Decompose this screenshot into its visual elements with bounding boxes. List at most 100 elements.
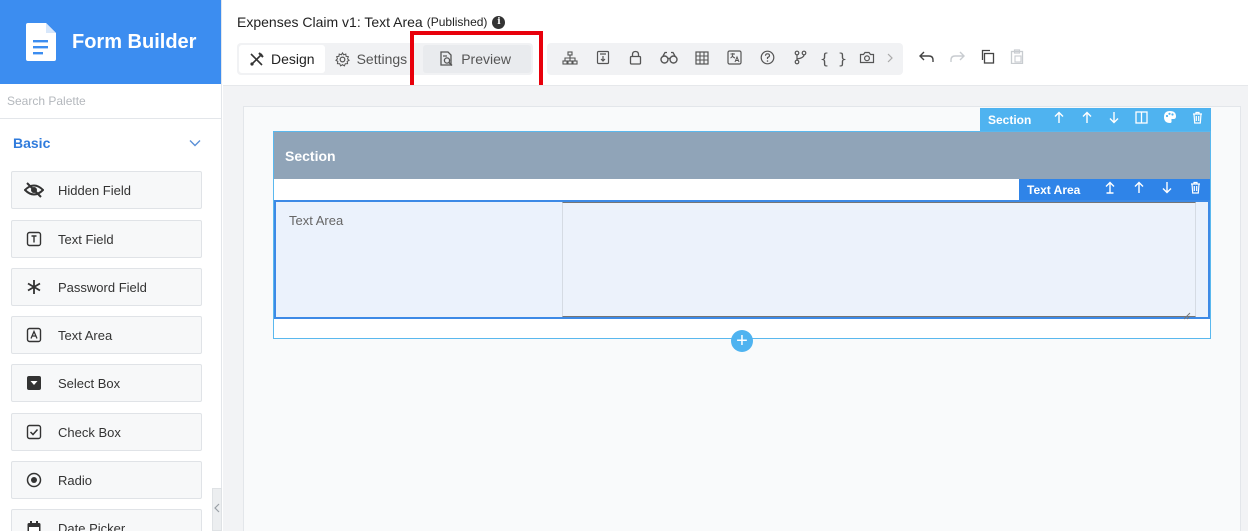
- form-title-text: Expenses Claim v1: Text Area: [237, 14, 423, 30]
- text-area-field-row[interactable]: Text Area: [274, 200, 1210, 320]
- page-title: Expenses Claim v1: Text Area (Published)…: [237, 14, 506, 30]
- table-grid-button[interactable]: [685, 43, 718, 75]
- lock-icon: [629, 50, 642, 68]
- sidebar: Form Builder Basic Hidden Field Text Fie…: [0, 0, 222, 531]
- history-actions: [912, 43, 1032, 75]
- table-icon: [694, 50, 709, 68]
- help-button[interactable]: [751, 43, 784, 75]
- palette-item-hidden-field[interactable]: Hidden Field: [11, 171, 202, 209]
- text-area-icon: [24, 325, 44, 345]
- palette-item-select-box[interactable]: Select Box: [11, 364, 202, 402]
- field-move-down-button[interactable]: [1153, 179, 1182, 200]
- palette-item-label: Text Field: [58, 231, 114, 247]
- section-toolbar-label: Section: [988, 112, 1032, 127]
- camera-icon: [859, 51, 875, 67]
- redo-icon: [949, 50, 965, 68]
- toolbar-scroll-right[interactable]: [883, 43, 897, 75]
- text-area-input[interactable]: [562, 202, 1196, 317]
- section-move-down-button[interactable]: [1100, 108, 1128, 131]
- palette-item-text-field[interactable]: Text Field: [11, 220, 202, 258]
- json-editor-button[interactable]: { }: [817, 43, 850, 75]
- palette-item-check-box[interactable]: Check Box: [11, 413, 202, 451]
- search-palette: [0, 84, 221, 119]
- app-title: Form Builder: [72, 30, 197, 53]
- json-braces-icon: { }: [819, 50, 848, 68]
- section-columns-button[interactable]: [1128, 108, 1156, 131]
- version-branch-button[interactable]: [784, 43, 817, 75]
- status-badge: (Published): [426, 15, 488, 29]
- form-document-icon: [24, 21, 58, 63]
- section-element-toolbar: Section: [980, 108, 1211, 131]
- code-branch-icon: [794, 50, 807, 68]
- palette-item-label: Select Box: [58, 375, 121, 391]
- palette-item-date-picker[interactable]: Date Picker: [11, 509, 202, 531]
- check-box-icon: [24, 422, 44, 442]
- section-select-parent-button[interactable]: [1045, 108, 1073, 131]
- copy-button[interactable]: [972, 43, 1002, 75]
- sidebar-collapse-handle[interactable]: [212, 488, 222, 531]
- resize-grip-icon[interactable]: [1183, 307, 1191, 320]
- palette-item-label: Check Box: [58, 424, 121, 440]
- tree-structure-button[interactable]: [553, 43, 586, 75]
- palette-item-label: Date Picker: [58, 520, 126, 531]
- trash-icon: [1192, 111, 1203, 129]
- brand-header: Form Builder: [0, 0, 221, 84]
- chevron-right-icon: [887, 52, 893, 66]
- section-move-up-button[interactable]: [1073, 108, 1101, 131]
- tab-design[interactable]: Design: [239, 45, 325, 73]
- section-header[interactable]: Section: [274, 132, 1210, 179]
- binoculars-icon: [659, 51, 678, 67]
- permissions-button[interactable]: [619, 43, 652, 75]
- palette-group-basic[interactable]: Basic: [0, 119, 221, 167]
- chevron-down-icon: [189, 134, 201, 152]
- trash-icon: [1190, 181, 1201, 199]
- undo-button[interactable]: [912, 43, 942, 75]
- paste-button[interactable]: [1002, 43, 1032, 75]
- sitemap-icon: [561, 50, 578, 68]
- text-area-toolbar-label: Text Area: [1027, 182, 1081, 197]
- radio-icon: [24, 470, 44, 490]
- file-import-icon: [596, 50, 610, 68]
- palette-item-label: Password Field: [58, 279, 147, 295]
- tab-design-label: Design: [271, 51, 315, 67]
- add-element-button[interactable]: +: [731, 330, 753, 352]
- import-export-button[interactable]: [586, 43, 619, 75]
- arrow-up-icon: [1134, 181, 1144, 199]
- columns-icon: [1135, 110, 1149, 129]
- screenshot-button[interactable]: [850, 43, 883, 75]
- text-area-element-toolbar: Text Area: [1019, 179, 1210, 200]
- search-palette-input[interactable]: [0, 86, 221, 116]
- palette-item-label: Hidden Field: [58, 182, 131, 198]
- info-icon[interactable]: i: [492, 15, 506, 29]
- field-move-up-button[interactable]: [1124, 179, 1153, 200]
- arrow-up-icon: [1054, 111, 1064, 129]
- redo-button[interactable]: [942, 43, 972, 75]
- arrow-up-icon: [1105, 181, 1115, 199]
- tab-settings[interactable]: Settings: [325, 45, 418, 73]
- palette-group-label: Basic: [13, 135, 51, 151]
- section-style-button[interactable]: [1156, 108, 1184, 131]
- section-delete-button[interactable]: [1183, 108, 1211, 131]
- field-delete-button[interactable]: [1181, 179, 1210, 200]
- arrow-down-icon: [1162, 181, 1172, 199]
- undo-icon: [919, 50, 935, 68]
- arrow-down-icon: [1109, 111, 1119, 129]
- palette-item-radio[interactable]: Radio: [11, 461, 202, 499]
- translate-button[interactable]: [718, 43, 751, 75]
- calendar-icon: [24, 518, 44, 531]
- palette-item-text-area[interactable]: Text Area: [11, 316, 202, 354]
- chevron-left-icon: [214, 503, 220, 516]
- builder-toolbar: { }: [547, 43, 903, 75]
- palette-icon: [1163, 110, 1177, 129]
- field-select-parent-button[interactable]: [1096, 179, 1125, 200]
- gear-icon: [334, 51, 350, 67]
- palette-item-label: Radio: [58, 472, 92, 488]
- review-button[interactable]: [652, 43, 685, 75]
- palette-item-password-field[interactable]: Password Field: [11, 268, 202, 306]
- arrow-up-icon: [1082, 111, 1092, 129]
- language-icon: [727, 50, 742, 68]
- highlight-annotation: [410, 31, 543, 89]
- asterisk-icon: [24, 277, 44, 297]
- paste-icon: [1010, 49, 1024, 69]
- copy-icon: [980, 49, 995, 69]
